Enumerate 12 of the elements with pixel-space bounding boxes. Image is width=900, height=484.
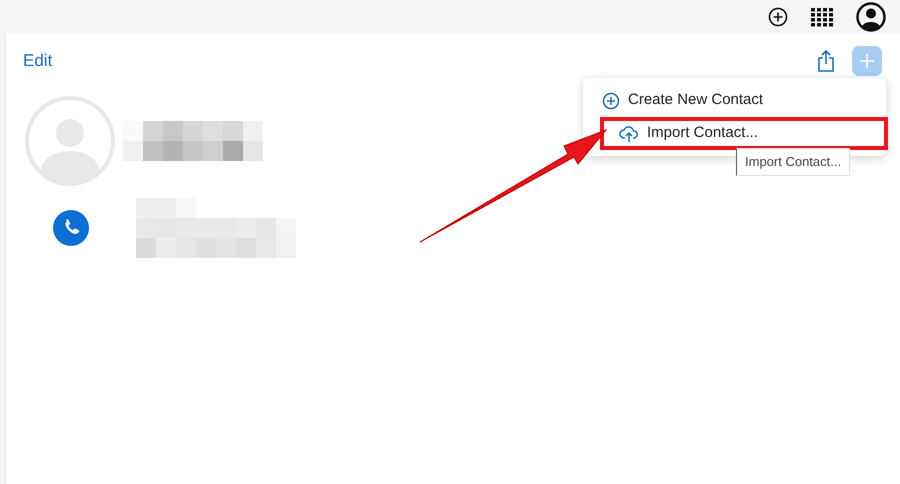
user-avatar-icon[interactable] (856, 2, 886, 32)
plus-circle-icon[interactable] (768, 7, 788, 27)
phone-icon (53, 210, 89, 246)
edit-button[interactable]: Edit (23, 48, 52, 74)
menu-item[interactable]: Create New Contact (583, 84, 886, 117)
cloud-upload-icon (619, 124, 639, 142)
avatar-placeholder-icon (25, 96, 115, 186)
share-icon[interactable] (816, 49, 836, 73)
tooltip: Import Contact... (736, 148, 850, 176)
app-grid-icon[interactable] (810, 7, 834, 27)
plus-icon (859, 53, 875, 69)
plus-circle-icon (602, 92, 620, 110)
